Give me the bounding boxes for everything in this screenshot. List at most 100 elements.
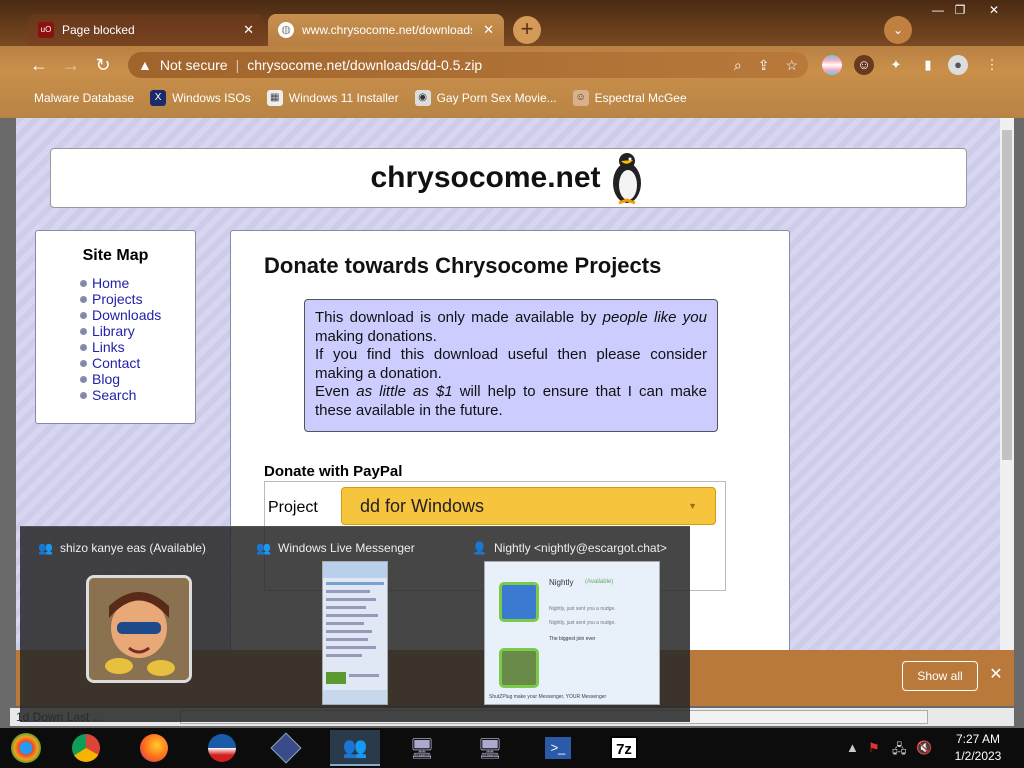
sitemap-link-projects[interactable]: Projects [80, 291, 195, 307]
maximize-button[interactable]: ❐ [948, 2, 972, 18]
volume-muted-icon[interactable]: 🔇 [916, 740, 932, 756]
avatar-thumbnail[interactable] [86, 575, 192, 683]
bookmark-windows-11-installer[interactable]: ▦ Windows 11 Installer [266, 90, 399, 106]
system-clock[interactable]: 7:27 AM 1/2/2023 [938, 731, 1018, 765]
contact-picture [499, 582, 539, 622]
sitemap-link-search[interactable]: Search [80, 387, 195, 403]
chat-contact-status: (Available) [585, 579, 614, 585]
tab-page-blocked[interactable]: uO Page blocked ✕ [28, 14, 264, 46]
sitemap-link-library[interactable]: Library [80, 323, 195, 339]
taskbar-messenger[interactable]: 👥 [330, 730, 380, 766]
bookmark-malware-database[interactable]: Malware Database [34, 91, 134, 105]
tab-search-button[interactable]: ⌄ [884, 16, 912, 44]
messenger-window-thumbnail[interactable] [322, 561, 388, 705]
messenger-icon: 👥 [256, 541, 271, 555]
bookmark-label: Malware Database [34, 91, 135, 105]
reload-icon[interactable]: ↻ [90, 52, 116, 78]
extension-flag-icon[interactable] [822, 55, 842, 75]
preview-item-shizo[interactable]: 👥 shizo kanye eas (Available) [38, 541, 206, 555]
bookmarks-bar: Malware Database X Windows ISOs ▦ Window… [0, 84, 1024, 112]
bookmark-star-icon[interactable]: ☆ [785, 57, 798, 74]
site-map-heading: Site Map [82, 247, 149, 264]
tab-label: www.chrysocome.net/downloads/d [302, 23, 472, 37]
preview-item-nightly[interactable]: 👤 Nightly <nightly@escargot.chat> [472, 541, 667, 555]
notice-text: If you find this download useful then pl… [315, 346, 707, 382]
preview-title: Windows Live Messenger [278, 541, 415, 555]
chat-contact-name: Nightly [549, 578, 574, 587]
taskbar-app-installer[interactable]: 🖥 [402, 730, 442, 766]
bookmark-label: Espectral McGee [594, 91, 687, 105]
forward-arrow-icon[interactable]: → [58, 52, 84, 78]
bookmark-label: Gay Porn Sex Movie... [436, 91, 557, 105]
action-center-flag-icon[interactable]: ⚑ [868, 740, 880, 756]
screen: { "browser": { "tabs": [ {"label": "Page… [0, 0, 1024, 768]
back-arrow-icon[interactable]: ← [26, 52, 52, 78]
penguin-icon [612, 153, 641, 205]
chrome-icon [72, 734, 100, 762]
globe-icon: ◉ [414, 90, 431, 106]
new-tab-button[interactable]: + [513, 16, 541, 44]
installer-icon: 🖥 [409, 737, 435, 760]
messenger-buddies-icon: 👥 [342, 736, 368, 759]
show-all-button[interactable]: Show all [902, 661, 978, 691]
globe-icon: ◍ [278, 22, 294, 38]
minimize-button[interactable]: — [926, 2, 950, 18]
bookmark-movie[interactable]: ◉ Gay Porn Sex Movie... [414, 90, 557, 106]
sitemap-link-blog[interactable]: Blog [80, 371, 195, 387]
bookmark-espectral-mcgee[interactable]: ☺ Espectral McGee [572, 90, 687, 106]
bookmark-windows-isos[interactable]: X Windows ISOs [150, 90, 251, 106]
site-map-links: Home Projects Downloads Library Links Co… [36, 275, 195, 403]
messenger-list-icon [323, 562, 387, 704]
taskbar-preview: 👥 shizo kanye eas (Available) 👥 Windows … [20, 526, 690, 722]
tab-close-icon[interactable]: ✕ [243, 22, 254, 38]
7zip-icon: 7z [610, 736, 638, 760]
share-icon[interactable]: ⇪ [758, 57, 770, 74]
notice-emphasis: as little as $1 [356, 383, 453, 400]
sitemap-link-links[interactable]: Links [80, 339, 195, 355]
taskbar-7zip[interactable]: 7z [604, 730, 644, 766]
nightly-chat-thumbnail[interactable]: Nightly (Available) Nightly, just sent y… [484, 561, 660, 705]
extension-avatar-icon[interactable]: ☺ [854, 55, 874, 75]
taskbar-chrome[interactable] [66, 730, 106, 766]
installer-icon: 🖥 [477, 737, 503, 760]
warning-icon: ▲ [138, 57, 152, 73]
close-window-button[interactable]: ✕ [982, 2, 1006, 18]
project-value: dd for Windows [360, 495, 485, 516]
project-label: Project [268, 499, 318, 516]
messenger-icon: 👥 [38, 541, 53, 555]
powershell-icon: >_ [545, 737, 571, 759]
start-button[interactable] [6, 730, 46, 766]
taskbar-app-o[interactable] [202, 730, 242, 766]
network-icon[interactable]: 🖧 [892, 740, 907, 762]
chat-footer: ShutZPlug make your Messenger, YOUR Mess… [489, 694, 607, 700]
sitemap-link-downloads[interactable]: Downloads [80, 307, 195, 323]
puzzle-icon[interactable]: ✦ [886, 55, 906, 75]
notice-text: Even [315, 383, 357, 400]
taskbar-firefox[interactable] [134, 730, 174, 766]
tab-close-icon[interactable]: ✕ [483, 22, 494, 38]
user-picture [499, 648, 539, 688]
taskbar-powershell[interactable]: >_ [538, 730, 578, 766]
site-header: chrysocome.net [50, 148, 967, 208]
taskbar-app-installer-2[interactable]: 🖥 [470, 730, 510, 766]
sidebar-icon[interactable]: ▮ [918, 55, 938, 75]
project-select[interactable]: dd for Windows ▼ [341, 487, 716, 525]
scrollbar-thumb[interactable] [1002, 130, 1012, 460]
site-title: chrysocome.net [370, 161, 601, 194]
menu-dots-icon[interactable]: ⋮ [982, 55, 1002, 75]
zoom-icon[interactable]: ⌕ [734, 57, 742, 74]
page-heading: Donate towards Chrysocome Projects [264, 253, 662, 278]
divider: | [235, 57, 240, 73]
taskbar-app-diamond[interactable] [266, 730, 306, 766]
preview-item-wlm[interactable]: 👥 Windows Live Messenger [256, 541, 415, 555]
address-bar[interactable]: ▲ Not secure | chrysocome.net/downloads/… [128, 52, 808, 78]
messenger-icon: 👤 [472, 541, 487, 555]
tray-expand-icon[interactable]: ▲ [846, 740, 859, 755]
sitemap-link-contact[interactable]: Contact [80, 355, 195, 371]
clock-time: 7:27 AM [955, 732, 1001, 746]
downloads-close-icon[interactable]: ✕ [986, 664, 1006, 686]
sitemap-link-home[interactable]: Home [80, 275, 195, 291]
profile-icon[interactable]: ● [948, 55, 968, 75]
url-text[interactable]: chrysocome.net/downloads/dd-0.5.zip [247, 57, 482, 73]
tab-chrysocome[interactable]: ◍ www.chrysocome.net/downloads/d ✕ [268, 14, 504, 46]
